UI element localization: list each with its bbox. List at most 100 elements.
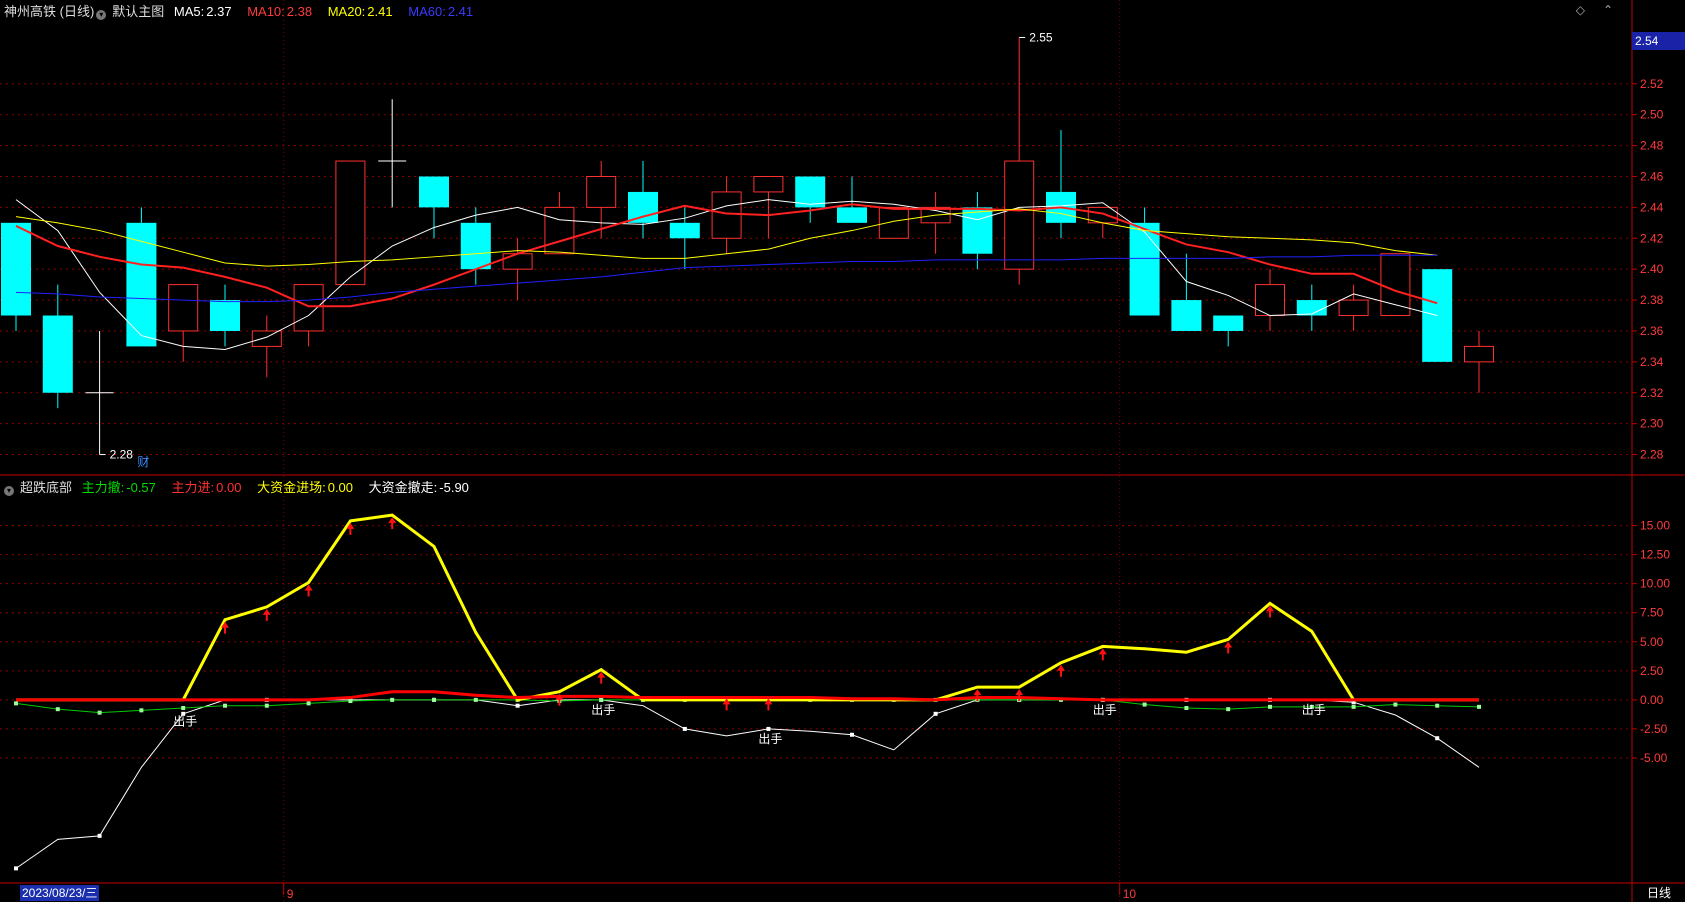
candle-body-down bbox=[962, 207, 993, 254]
price-tick-label: 2.40 bbox=[1640, 262, 1664, 276]
ma60-label: MA60: 2.41 bbox=[408, 4, 474, 19]
action-label: 出手 bbox=[1302, 703, 1326, 717]
indicator-name[interactable]: 超跌底部 bbox=[20, 480, 72, 495]
price-tick-label: 2.42 bbox=[1640, 231, 1664, 245]
main-chart-header: 神州高铁 (日线) ▾ 默认主图 MA5: 2.37 MA10: 2.38 MA20: 2… bbox=[4, 2, 485, 22]
candle bbox=[1255, 269, 1285, 331]
candle bbox=[920, 191, 951, 254]
indicator-dot bbox=[223, 703, 227, 708]
candle bbox=[962, 191, 993, 270]
price-tick-label: 2.46 bbox=[1640, 169, 1664, 183]
indicator-dot bbox=[1268, 704, 1272, 709]
indicator-k1: 主力撤: -0.57 bbox=[81, 480, 156, 495]
big-money-in-line bbox=[16, 513, 1479, 702]
candle bbox=[42, 284, 73, 409]
indicator-tick-label: 2.50 bbox=[1640, 664, 1664, 678]
candle-body-up bbox=[1380, 253, 1411, 317]
red-arrow-icon bbox=[1057, 664, 1065, 677]
candle bbox=[837, 176, 867, 223]
settings-circle-icon[interactable]: ▾ bbox=[96, 10, 107, 20]
template-label[interactable]: 默认主图 bbox=[112, 4, 164, 19]
candle-body-up bbox=[293, 284, 324, 332]
arrow-head bbox=[1015, 689, 1024, 696]
current-price-tag: 2.54 bbox=[1632, 32, 1685, 50]
candle bbox=[1380, 253, 1411, 317]
candle bbox=[210, 284, 240, 347]
candle bbox=[753, 175, 784, 239]
arrow-head bbox=[262, 608, 271, 615]
indicator-dot bbox=[1351, 704, 1356, 709]
candle bbox=[126, 207, 157, 347]
action-label: 出手 bbox=[173, 714, 197, 728]
finance-marker: 财 bbox=[137, 455, 149, 469]
chart-controls: ◇ ⌃ bbox=[1576, 3, 1613, 17]
diamond-icon[interactable]: ◇ bbox=[1576, 3, 1585, 17]
candle-body-down bbox=[1, 222, 31, 316]
candle-body-down bbox=[628, 191, 658, 223]
red-arrow-icon bbox=[304, 584, 313, 597]
action-label: 出手 bbox=[758, 732, 782, 746]
candle-body-up bbox=[251, 330, 282, 347]
indicator-k3: 大资金进场: 0.00 bbox=[257, 480, 354, 495]
indicator-dot bbox=[97, 833, 102, 838]
indicator-tick-label: -5.00 bbox=[1640, 751, 1668, 765]
price-tick-label: 2.32 bbox=[1640, 386, 1664, 400]
indicator-settings-icon[interactable]: ▾ bbox=[4, 486, 14, 496]
candle-body-down bbox=[1296, 300, 1327, 316]
candle bbox=[1296, 284, 1327, 331]
arrow-head bbox=[1098, 648, 1107, 655]
current-date-box: 2023/08/23/三 bbox=[20, 885, 100, 901]
main-force-in-line bbox=[16, 690, 1479, 702]
indicator-dot bbox=[1435, 703, 1440, 708]
candle-body-up bbox=[502, 253, 533, 270]
indicator-dot bbox=[682, 726, 687, 731]
frequency-label[interactable]: 日线 bbox=[1647, 885, 1671, 901]
candle-body-up bbox=[1464, 345, 1494, 363]
candle-body-down bbox=[1129, 222, 1160, 316]
action-label: 出手 bbox=[591, 703, 615, 717]
price-tick-label: 2.36 bbox=[1640, 324, 1664, 338]
stock-title[interactable]: 神州高铁 (日线) bbox=[4, 4, 94, 19]
candle bbox=[1464, 330, 1494, 393]
indicator-dot bbox=[850, 732, 854, 737]
candle bbox=[878, 206, 909, 239]
ma10-label: MA10: 2.38 bbox=[247, 4, 313, 19]
indicator-tick-label: 7.50 bbox=[1640, 606, 1664, 620]
chart-stage[interactable]: 2.28 2.30 2.32 2.34 2.36 2.38 2.40 2.42 2.44 2.46… bbox=[0, 0, 1685, 902]
candle-body-down bbox=[42, 315, 73, 393]
indicator-dot bbox=[264, 703, 269, 708]
price-tick-label: 2.38 bbox=[1640, 293, 1664, 307]
chevron-up-icon[interactable]: ⌃ bbox=[1603, 3, 1613, 17]
candle-body-up bbox=[1338, 299, 1369, 317]
candle-body-down bbox=[210, 300, 240, 331]
indicator-dot bbox=[473, 697, 478, 702]
candle-body-up bbox=[878, 206, 909, 239]
indicator-dot bbox=[1477, 704, 1481, 709]
indicator-k4: 大资金撤走: -5.90 bbox=[368, 480, 469, 495]
price-tick-label: 2.48 bbox=[1640, 139, 1664, 153]
indicator-dot bbox=[55, 707, 60, 712]
candle bbox=[1, 222, 31, 331]
indicator-dot bbox=[139, 708, 144, 713]
arrow-head bbox=[1224, 641, 1233, 648]
candle bbox=[795, 176, 826, 223]
candle bbox=[502, 238, 533, 301]
ma20-label: MA20: 2.41 bbox=[327, 4, 393, 19]
indicator-dot bbox=[515, 703, 520, 708]
indicator-tick-label: 12.50 bbox=[1640, 548, 1670, 562]
indicator-dot bbox=[1184, 706, 1189, 711]
indicator-dot bbox=[306, 701, 311, 706]
price-tick-label: 2.52 bbox=[1640, 77, 1664, 91]
price-tick-label: 2.28 bbox=[1640, 448, 1664, 462]
candle-body-up bbox=[335, 160, 366, 286]
indicator-dot bbox=[1435, 736, 1440, 741]
ma5-label: MA5: 2.37 bbox=[173, 4, 232, 19]
candle bbox=[1213, 315, 1244, 347]
candle-body-down bbox=[419, 176, 449, 208]
indicator-dot bbox=[14, 701, 18, 706]
candle bbox=[1338, 284, 1369, 331]
indicator-dot bbox=[181, 706, 186, 711]
indicator-dot bbox=[348, 699, 353, 704]
price-tick-label: 2.44 bbox=[1640, 200, 1664, 214]
arrow-head bbox=[973, 689, 982, 696]
